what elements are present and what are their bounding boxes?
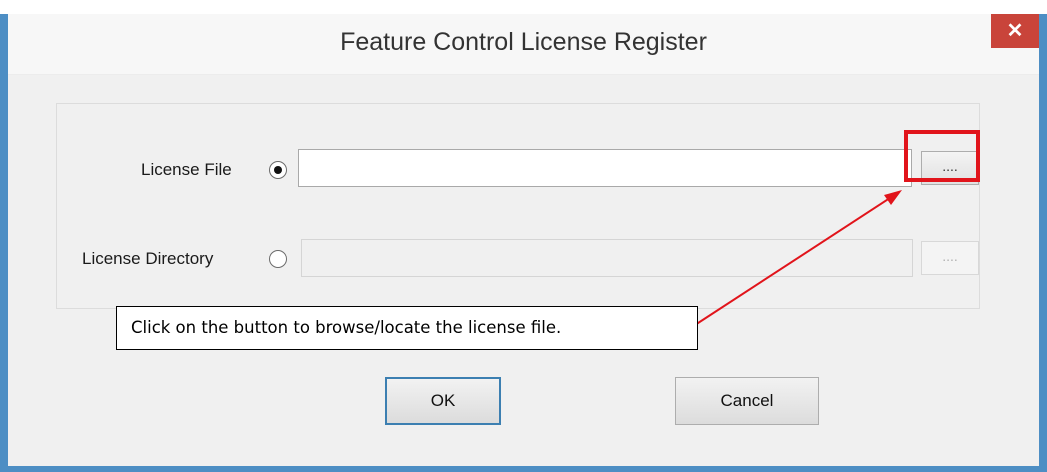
annotation-arrow [694, 190, 902, 326]
annotation-arrow-line [694, 195, 894, 326]
annotation-callout: Click on the button to browse/locate the… [116, 306, 698, 350]
annotation-arrowhead [884, 190, 902, 205]
